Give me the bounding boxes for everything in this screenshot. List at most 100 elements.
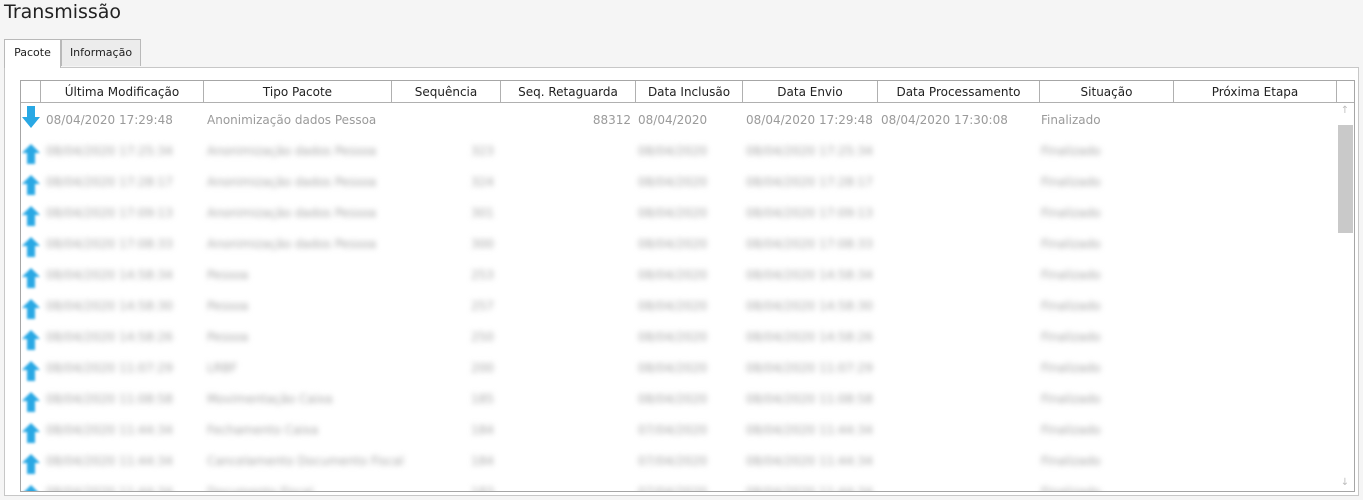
- cell-ultima-modificacao: 08/04/2020 17:25:34: [46, 144, 173, 158]
- up-arrow-icon: [21, 260, 43, 291]
- cell-data-envio: 08/04/2020 14:58:34: [746, 268, 873, 282]
- table-row[interactable]: 08/04/2020 17:29:48 Anonimização dados Pe…: [21, 105, 1334, 136]
- up-arrow-icon: [21, 229, 43, 260]
- cell-proxima-etapa: [1177, 198, 1332, 229]
- column-header-proxima-etapa[interactable]: Próxima Etapa: [1174, 81, 1337, 103]
- cell-data-processamento: [881, 446, 1037, 477]
- cell-seq-retaguarda: [505, 384, 631, 415]
- cell-situacao: Finalizado: [1041, 206, 1101, 220]
- scroll-down-icon[interactable]: ↓: [1336, 475, 1354, 491]
- cell-ultima-modificacao: 08/04/2020 14:58:26: [46, 330, 173, 344]
- up-arrow-icon: [21, 198, 43, 229]
- transmission-grid: Última Modificação Tipo Pacote Sequência…: [20, 80, 1355, 492]
- scroll-up-icon[interactable]: ↑: [1336, 103, 1354, 119]
- column-header-situacao[interactable]: Situação: [1040, 81, 1174, 103]
- cell-situacao: Finalizado: [1041, 485, 1101, 492]
- tab-informacao[interactable]: Informação: [61, 39, 141, 66]
- cell-situacao: Finalizado: [1041, 299, 1101, 313]
- cell-seq-retaguarda: [505, 291, 631, 322]
- cell-data-processamento: [881, 415, 1037, 446]
- column-header-seq-retaguarda[interactable]: Seq. Retaguarda: [501, 81, 636, 103]
- cell-data-inclusao: 08/04/2020: [638, 113, 708, 127]
- cell-ultima-modificacao: 08/04/2020 11:07:29: [46, 361, 173, 375]
- cell-ultima-modificacao: 08/04/2020 11:44:34: [46, 454, 173, 468]
- table-row[interactable]: 08/04/2020 11:44:34 Cancelamento Document…: [21, 446, 1334, 477]
- cell-situacao: Finalizado: [1041, 237, 1101, 251]
- table-row[interactable]: 08/04/2020 11:07:29 LRBF 200 08/04/2020 08/0…: [21, 353, 1334, 384]
- cell-data-processamento: [881, 384, 1037, 415]
- cell-situacao: Finalizado: [1041, 454, 1101, 468]
- table-row[interactable]: 08/04/2020 11:44:34 Fechamento Caixa 184 07…: [21, 415, 1334, 446]
- cell-tipo-pacote: Pessoa: [207, 299, 249, 313]
- cell-data-envio: 08/04/2020 14:58:30: [746, 299, 873, 313]
- cell-sequencia: 301: [471, 206, 494, 220]
- column-header-tipo-pacote[interactable]: Tipo Pacote: [204, 81, 392, 103]
- cell-proxima-etapa: [1177, 229, 1332, 260]
- cell-data-processamento: [881, 136, 1037, 167]
- up-arrow-icon: [21, 167, 43, 198]
- cell-seq-retaguarda: [505, 136, 631, 167]
- cell-data-envio: 08/04/2020 11:44:34: [746, 454, 873, 468]
- cell-ultima-modificacao: 08/04/2020 17:09:13: [46, 206, 173, 220]
- column-header-ultima-modificacao[interactable]: Última Modificação: [41, 81, 204, 103]
- cell-sequencia: [471, 105, 496, 136]
- cell-data-envio: 08/04/2020 11:44:34: [746, 423, 873, 437]
- cell-seq-retaguarda: [505, 415, 631, 446]
- up-arrow-icon: [21, 446, 43, 477]
- cell-situacao: Finalizado: [1041, 392, 1101, 406]
- cell-seq-retaguarda: [505, 446, 631, 477]
- cell-sequencia: 324: [471, 175, 494, 189]
- table-row[interactable]: 08/04/2020 11:08:58 Movimentação Caixa 185…: [21, 384, 1334, 415]
- cell-seq-retaguarda: [505, 167, 631, 198]
- cell-tipo-pacote: Anonimização dados Pessoa: [207, 144, 377, 158]
- cell-ultima-modificacao: 08/04/2020 14:58:34: [46, 268, 173, 282]
- table-row[interactable]: 08/04/2020 17:09:13 Anonimização dados Pe…: [21, 198, 1334, 229]
- column-header-sequencia[interactable]: Sequência: [392, 81, 501, 103]
- cell-sequencia: 253: [471, 268, 494, 282]
- cell-tipo-pacote: Anonimização dados Pessoa: [207, 206, 377, 220]
- cell-proxima-etapa: [1177, 136, 1332, 167]
- vertical-scrollbar[interactable]: ↑ ↓: [1336, 103, 1354, 491]
- cell-tipo-pacote: Fechamento Caixa: [207, 423, 319, 437]
- cell-data-processamento: [881, 477, 1037, 491]
- cell-ultima-modificacao: 08/04/2020 11:44:34: [46, 485, 173, 492]
- up-arrow-icon: [21, 353, 43, 384]
- cell-situacao: Finalizado: [1041, 268, 1101, 282]
- cell-situacao: Finalizado: [1041, 361, 1101, 375]
- cell-sequencia: 300: [471, 237, 494, 251]
- cell-tipo-pacote: LRBF: [207, 361, 238, 375]
- cell-tipo-pacote: Pessoa: [207, 268, 249, 282]
- cell-data-envio: 08/04/2020 17:28:17: [746, 175, 873, 189]
- column-header-data-processamento[interactable]: Data Processamento: [878, 81, 1040, 103]
- cell-seq-retaguarda: [505, 322, 631, 353]
- cell-ultima-modificacao: 08/04/2020 17:08:33: [46, 237, 173, 251]
- cell-ultima-modificacao: 08/04/2020 11:08:58: [46, 392, 173, 406]
- up-arrow-icon: [21, 322, 43, 353]
- up-arrow-icon: [21, 477, 43, 491]
- scroll-thumb[interactable]: [1338, 125, 1353, 233]
- cell-ultima-modificacao: 08/04/2020 17:29:48: [46, 113, 173, 127]
- cell-data-inclusao: 08/04/2020: [638, 206, 708, 220]
- tab-panel-pacote: Última Modificação Tipo Pacote Sequência…: [4, 67, 1359, 496]
- cell-proxima-etapa: [1177, 384, 1332, 415]
- cell-data-envio: 08/04/2020 17:08:33: [746, 237, 873, 251]
- cell-data-processamento: [881, 353, 1037, 384]
- cell-ultima-modificacao: 08/04/2020 11:44:34: [46, 423, 173, 437]
- tab-pacote[interactable]: Pacote: [4, 39, 61, 68]
- table-row[interactable]: 08/04/2020 17:25:34 Anonimização dados Pe…: [21, 136, 1334, 167]
- column-header-data-inclusao[interactable]: Data Inclusão: [636, 81, 743, 103]
- table-row[interactable]: 08/04/2020 17:28:17 Anonimização dados Pe…: [21, 167, 1334, 198]
- table-row[interactable]: 08/04/2020 14:58:30 Pessoa 257 08/04/2020 08…: [21, 291, 1334, 322]
- column-header-data-envio[interactable]: Data Envio: [743, 81, 878, 103]
- table-row[interactable]: 08/04/2020 14:58:26 Pessoa 250 08/04/2020 08…: [21, 322, 1334, 353]
- column-header-icon[interactable]: [21, 81, 41, 103]
- cell-data-inclusao: 08/04/2020: [638, 392, 708, 406]
- cell-data-processamento: [881, 229, 1037, 260]
- cell-tipo-pacote: Anonimização dados Pessoa: [207, 175, 377, 189]
- table-row[interactable]: 08/04/2020 14:58:34 Pessoa 253 08/04/2020 08…: [21, 260, 1334, 291]
- cell-data-processamento: [881, 260, 1037, 291]
- cell-proxima-etapa: [1177, 415, 1332, 446]
- table-row[interactable]: 08/04/2020 17:08:33 Anonimização dados Pe…: [21, 229, 1334, 260]
- table-row[interactable]: 08/04/2020 11:44:34 Documento Fiscal 183 07…: [21, 477, 1334, 492]
- cell-sequencia: 257: [471, 299, 494, 313]
